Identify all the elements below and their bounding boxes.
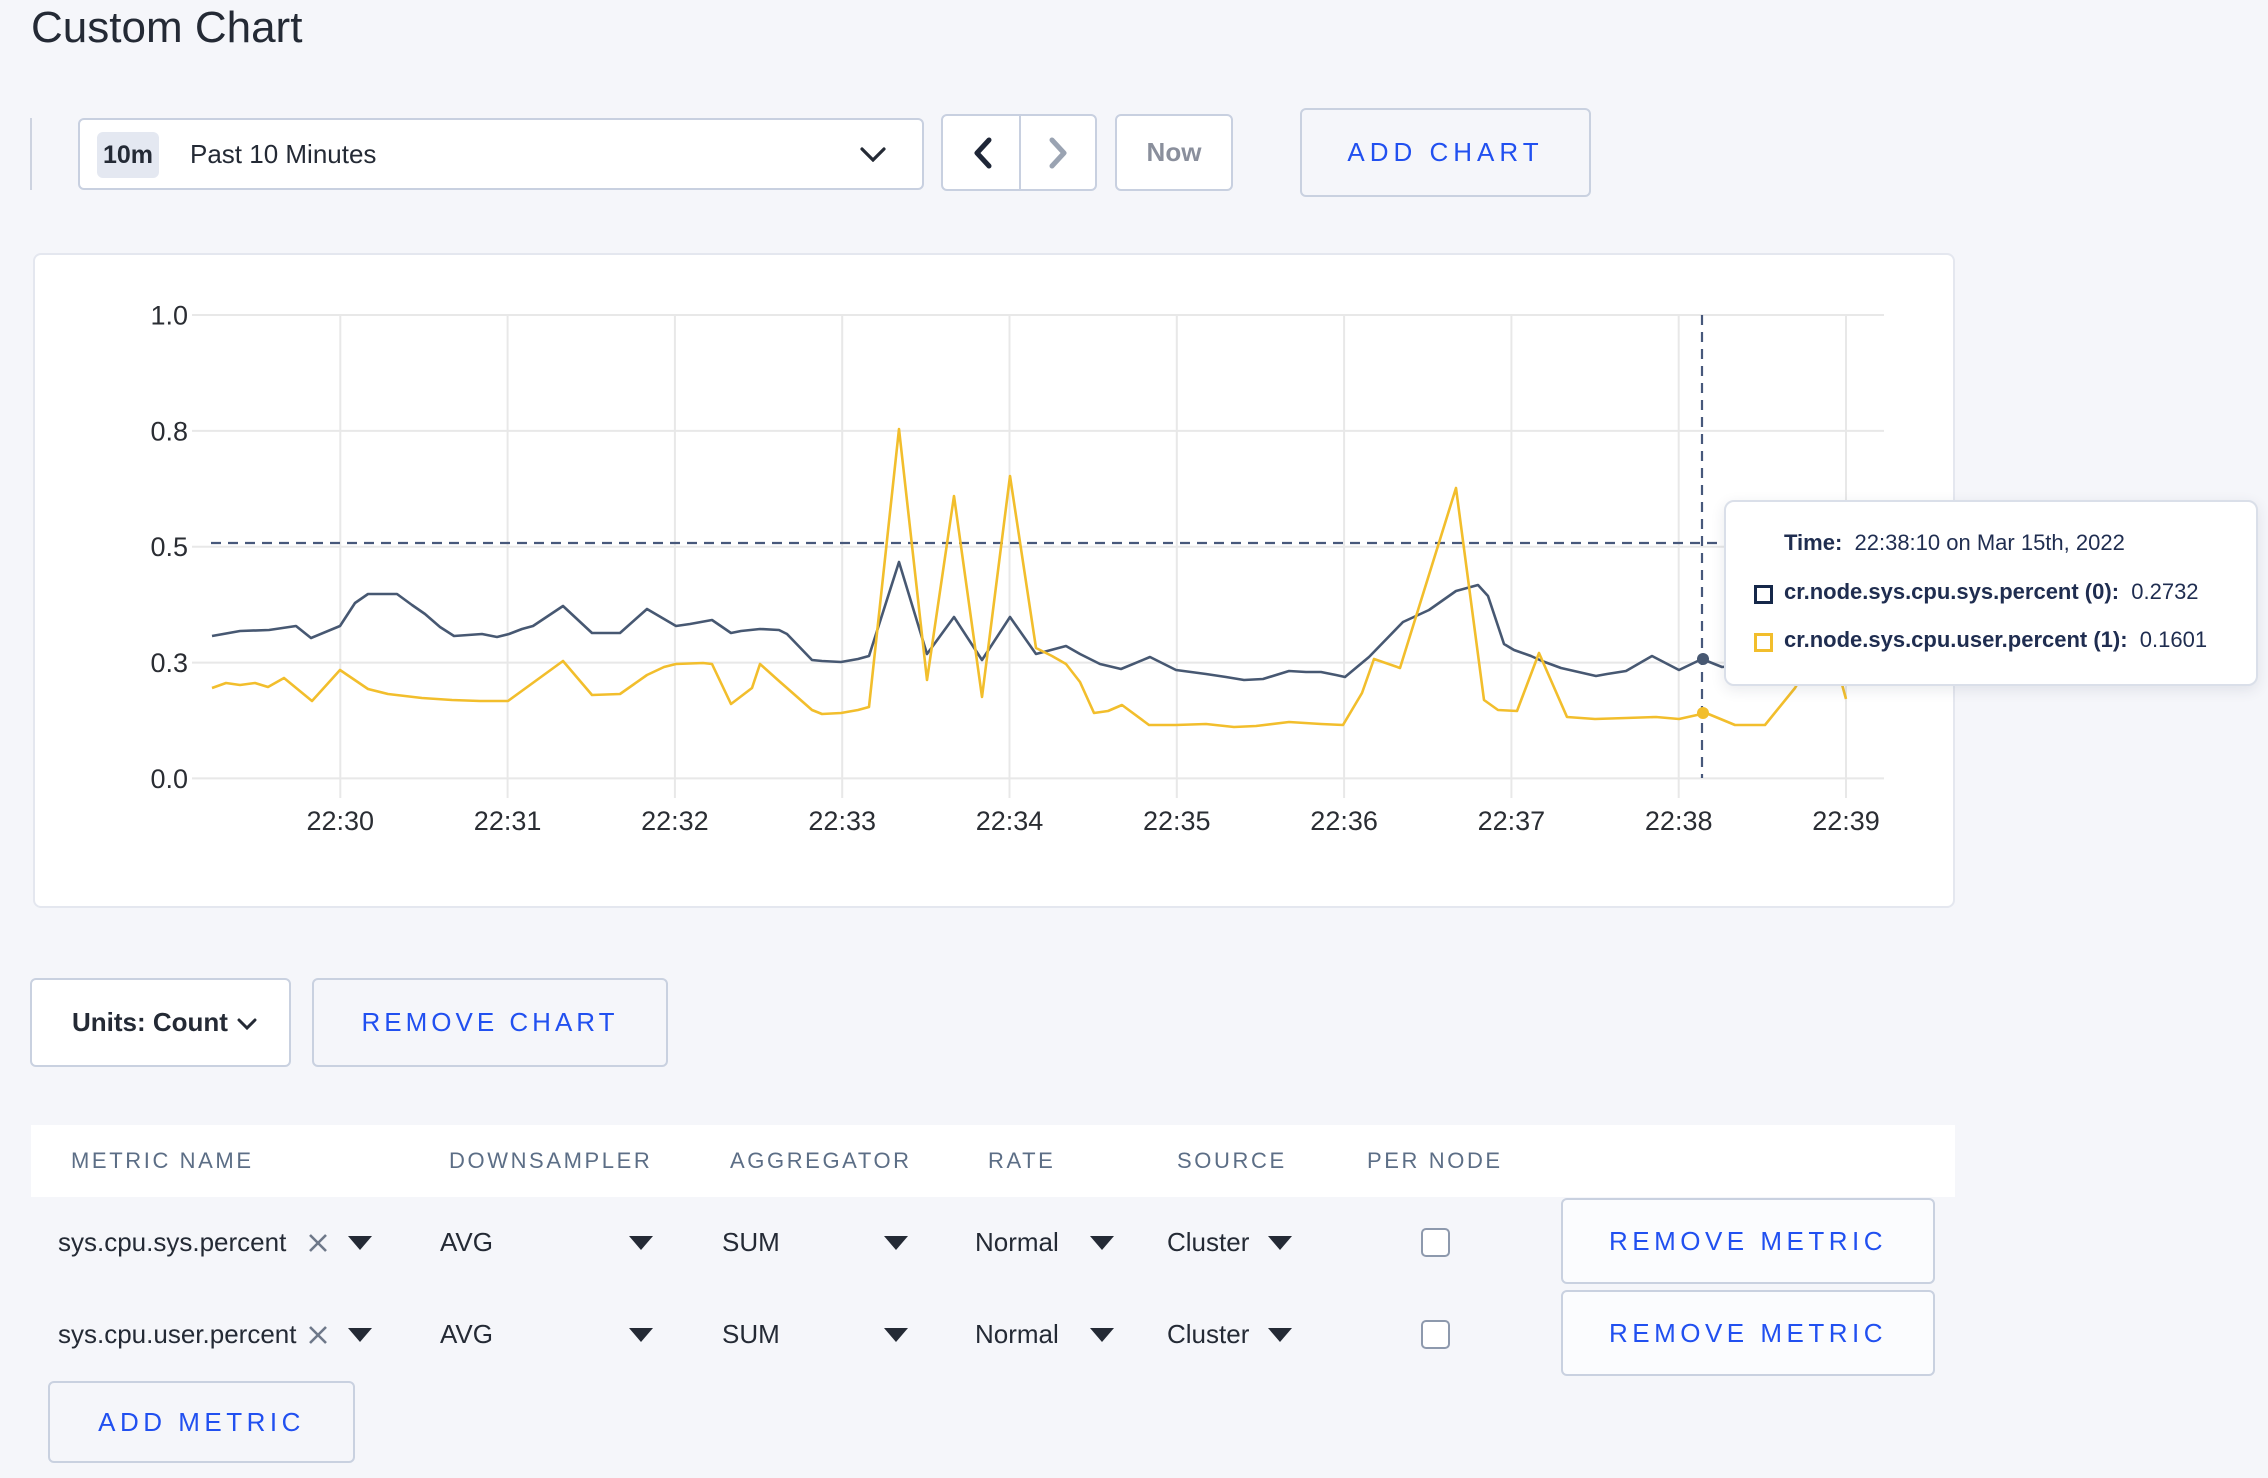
svg-text:0.5: 0.5: [150, 532, 188, 562]
svg-text:0.8: 0.8: [150, 416, 188, 446]
svg-text:22:30: 22:30: [307, 806, 375, 836]
svg-text:22:37: 22:37: [1478, 806, 1546, 836]
svg-text:22:33: 22:33: [808, 806, 876, 836]
svg-text:22:34: 22:34: [976, 806, 1044, 836]
svg-text:0.3: 0.3: [150, 648, 188, 678]
svg-text:22:36: 22:36: [1310, 806, 1378, 836]
svg-text:0.0: 0.0: [150, 764, 188, 794]
svg-text:1.0: 1.0: [150, 301, 188, 331]
svg-text:22:38: 22:38: [1645, 806, 1713, 836]
svg-text:22:31: 22:31: [474, 806, 542, 836]
svg-text:22:32: 22:32: [641, 806, 709, 836]
svg-text:22:35: 22:35: [1143, 806, 1211, 836]
svg-text:22:39: 22:39: [1812, 806, 1880, 836]
